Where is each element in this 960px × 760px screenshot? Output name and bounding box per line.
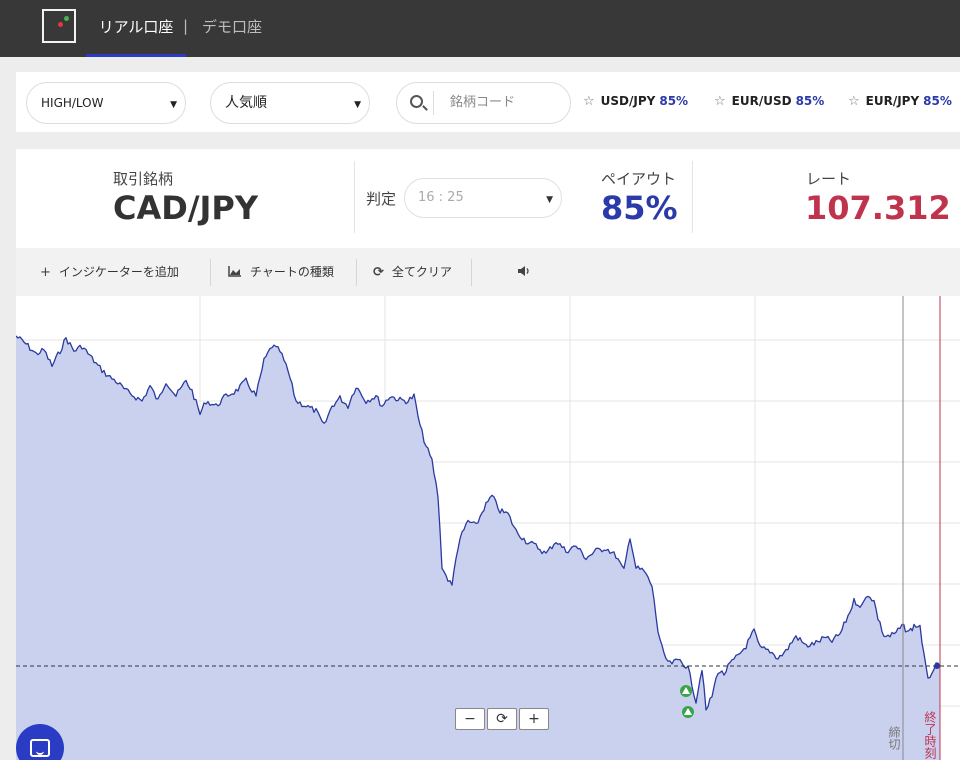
- star-icon[interactable]: ☆: [848, 94, 860, 109]
- sort-select[interactable]: 人気順 ▼: [210, 82, 370, 124]
- zoom-reset-button[interactable]: ⟳: [487, 708, 517, 730]
- star-icon[interactable]: ☆: [583, 94, 595, 109]
- expiry-time-label: 終了時刻: [923, 711, 937, 759]
- rate-label: レート: [806, 170, 852, 188]
- search-placeholder: 銘柄コード: [450, 95, 516, 110]
- sound-button[interactable]: [517, 248, 539, 296]
- search-icon: [410, 95, 423, 108]
- asset-label: 取引銘柄: [113, 170, 174, 188]
- price-chart[interactable]: [16, 296, 960, 760]
- favorite-usdjpy[interactable]: ☆ USD/JPY 85%: [583, 94, 688, 109]
- chevron-down-icon: ▼: [170, 100, 177, 110]
- sort-value: 人気順: [225, 95, 267, 111]
- add-indicator-button[interactable]: + インジケーターを追加: [40, 248, 179, 296]
- current-rate-dot: [934, 663, 940, 669]
- expiry-value: 16 : 25: [418, 190, 464, 205]
- price-chart-svg: [16, 296, 960, 760]
- chart-toolbar: + インジケーターを追加 チャートの種類 ⟳ 全てクリア: [16, 248, 960, 296]
- expiry-label: 判定: [366, 190, 397, 208]
- plus-icon: +: [40, 265, 51, 280]
- filter-row: HIGH/LOW ▼ 人気順 ▼ 銘柄コード ☆ USD/JPY 85% ☆ EUR/…: [16, 72, 960, 132]
- speaker-icon: [517, 249, 531, 297]
- chart-type-button[interactable]: チャートの種類: [228, 248, 334, 296]
- favorite-eurjpy[interactable]: ☆ EUR/JPY 85%: [848, 94, 952, 109]
- expiry-select[interactable]: 16 : 25 ▼: [404, 178, 562, 218]
- trade-type-select[interactable]: HIGH/LOW ▼: [26, 82, 186, 124]
- zoom-in-button[interactable]: +: [519, 708, 549, 730]
- payout-value: 85%: [601, 189, 678, 227]
- trade-type-value: HIGH/LOW: [41, 96, 104, 110]
- deadline-label: 締切: [887, 726, 901, 750]
- tab-demo-account[interactable]: デモ口座: [202, 0, 262, 57]
- price-area: [16, 335, 940, 760]
- refresh-icon: ⟳: [373, 265, 384, 280]
- chevron-down-icon: ▼: [354, 100, 361, 110]
- rate-value: 107.312: [805, 189, 951, 227]
- payout-label: ペイアウト: [601, 170, 677, 188]
- zoom-out-button[interactable]: −: [455, 708, 485, 730]
- favorite-eurusd[interactable]: ☆ EUR/USD 85%: [714, 94, 824, 109]
- search-input[interactable]: 銘柄コード: [396, 82, 571, 124]
- clear-all-button[interactable]: ⟳ 全てクリア: [373, 248, 452, 296]
- tab-real-account[interactable]: リアル口座: [86, 0, 186, 57]
- logo[interactable]: [42, 9, 76, 43]
- chat-icon: [30, 739, 50, 757]
- star-icon[interactable]: ☆: [714, 94, 726, 109]
- top-bar: リアル口座 | デモ口座: [0, 0, 960, 57]
- trade-info-panel: 取引銘柄 CAD/JPY 判定 16 : 25 ▼ ペイアウト 85% レート …: [16, 149, 960, 248]
- area-chart-icon: [228, 249, 242, 297]
- asset-name: CAD/JPY: [113, 189, 259, 227]
- chevron-down-icon: ▼: [546, 195, 553, 205]
- tab-separator: |: [183, 17, 189, 35]
